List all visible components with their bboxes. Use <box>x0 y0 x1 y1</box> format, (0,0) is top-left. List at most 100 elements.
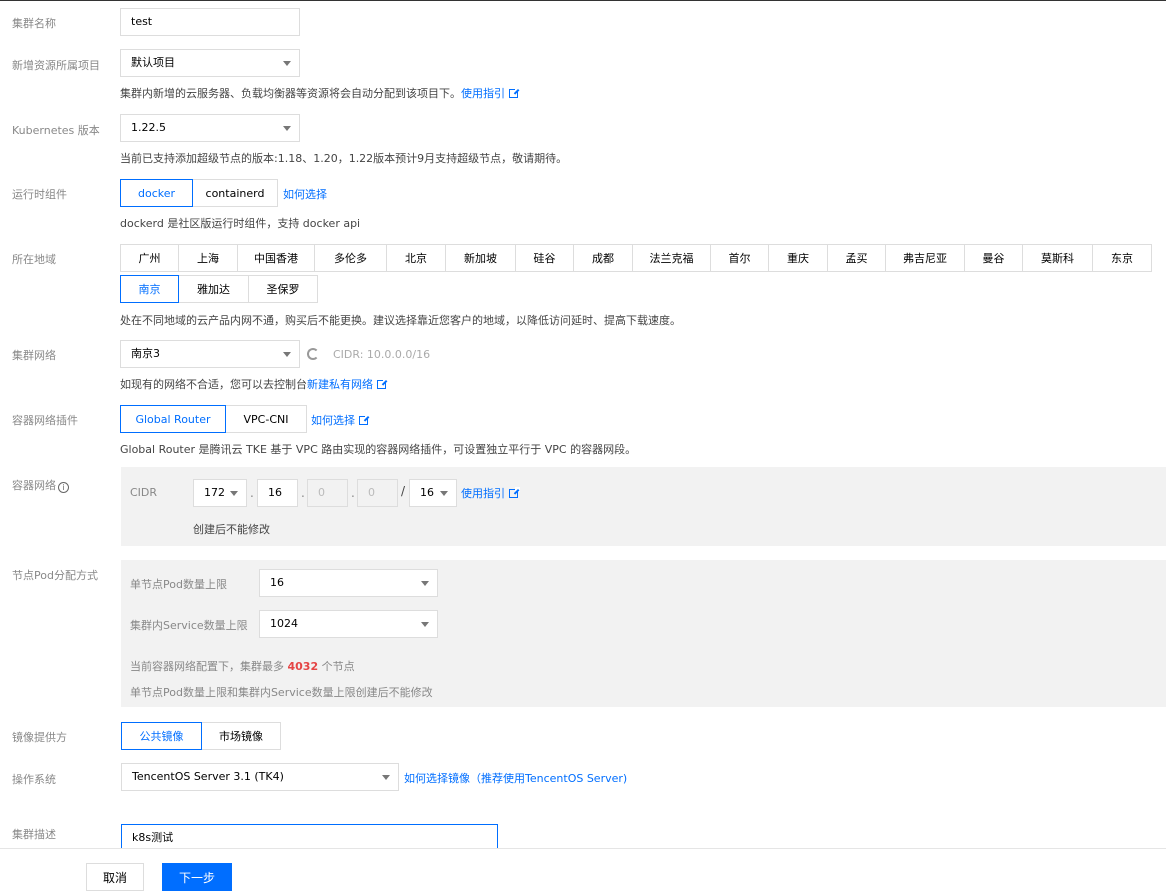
cidr-octet4-input: 0 <box>357 479 398 507</box>
info-icon[interactable]: i <box>58 482 69 493</box>
external-link-icon <box>359 414 370 425</box>
refresh-icon[interactable] <box>307 348 319 360</box>
max-nodes-note-suffix: 个节点 <box>321 660 355 673</box>
next-button[interactable]: 下一步 <box>162 863 232 891</box>
region-option[interactable]: 弗吉尼亚 <box>885 244 965 272</box>
chevron-down-icon <box>440 491 448 496</box>
os-select[interactable]: TencentOS Server 3.1 (TK4) <box>121 763 399 791</box>
cidr-dot: . <box>351 486 355 500</box>
runtime-option-docker[interactable]: docker <box>120 179 193 207</box>
region-option[interactable]: 上海 <box>178 244 238 272</box>
cidr-guide-link-wrap: 使用指引 <box>461 485 520 501</box>
cancel-button[interactable]: 取消 <box>86 863 144 891</box>
external-link-icon <box>509 87 520 98</box>
network-plugin-option-vpc-cni[interactable]: VPC-CNI <box>225 405 307 433</box>
region-option[interactable]: 硅谷 <box>515 244 574 272</box>
max-nodes-note: 当前容器网络配置下，集群最多 4032 个节点 <box>130 658 355 674</box>
region-option[interactable]: 东京 <box>1092 244 1152 272</box>
cluster-network-value: 南京3 <box>131 347 160 360</box>
runtime-option-containerd[interactable]: containerd <box>192 179 278 207</box>
region-option[interactable]: 多伦多 <box>314 244 387 272</box>
k8s-version-value: 1.22.5 <box>131 121 166 134</box>
svc-limit-value: 1024 <box>270 617 298 630</box>
pod-limit-label: 单节点Pod数量上限 <box>130 578 227 591</box>
project-help-link[interactable]: 使用指引 <box>461 87 505 100</box>
image-provider-segmented: 公共镜像 市场镜像 <box>121 722 281 750</box>
cidr-octet2-input[interactable]: 16 <box>257 479 298 507</box>
k8s-version-select[interactable]: 1.22.5 <box>120 114 300 142</box>
description-label: 集群描述 <box>12 828 56 841</box>
region-label: 所在地域 <box>12 253 56 266</box>
k8s-version-label: Kubernetes 版本 <box>12 124 100 137</box>
image-provider-label: 镜像提供方 <box>12 731 67 744</box>
project-help: 集群内新增的云服务器、负载均衡器等资源将会自动分配到该项目下。使用指引 <box>120 85 520 101</box>
container-network-label-text: 容器网络 <box>12 479 56 492</box>
region-option[interactable]: 北京 <box>386 244 446 272</box>
region-option[interactable]: 莫斯科 <box>1022 244 1093 272</box>
create-vpc-link[interactable]: 新建私有网络 <box>307 378 373 391</box>
cluster-name-label: 集群名称 <box>12 17 56 30</box>
svc-limit-label: 集群内Service数量上限 <box>130 619 248 632</box>
project-label: 新增资源所属项目 <box>12 59 100 72</box>
project-select[interactable]: 默认项目 <box>120 49 300 77</box>
runtime-segmented: docker containerd <box>120 179 278 207</box>
network-plugin-label: 容器网络插件 <box>12 414 78 427</box>
cidr-note: 创建后不能修改 <box>193 523 270 536</box>
cidr-mask-select[interactable]: 16 <box>409 479 457 507</box>
project-select-value: 默认项目 <box>131 56 175 69</box>
region-option[interactable]: 雅加达 <box>178 275 249 303</box>
image-provider-option-market[interactable]: 市场镜像 <box>201 722 281 750</box>
cidr-dot: . <box>250 486 254 500</box>
runtime-how-to-choose-link[interactable]: 如何选择 <box>283 186 327 202</box>
chevron-down-icon <box>283 352 291 357</box>
os-label: 操作系统 <box>12 773 56 786</box>
region-row-2: 南京 雅加达 圣保罗 <box>120 275 318 303</box>
region-option[interactable]: 中国香港 <box>237 244 315 272</box>
network-plugin-segmented: Global Router VPC-CNI <box>120 405 307 433</box>
region-option[interactable]: 广州 <box>120 244 179 272</box>
pod-limit-select[interactable]: 16 <box>259 569 438 597</box>
region-option[interactable]: 首尔 <box>710 244 769 272</box>
cidr-octet3-input: 0 <box>307 479 348 507</box>
region-option-selected[interactable]: 南京 <box>120 275 179 303</box>
runtime-label: 运行时组件 <box>12 188 67 201</box>
cidr-guide-link[interactable]: 使用指引 <box>461 487 505 500</box>
region-option[interactable]: 曼谷 <box>964 244 1023 272</box>
network-plugin-option-global-router[interactable]: Global Router <box>120 405 226 433</box>
region-option[interactable]: 圣保罗 <box>248 275 318 303</box>
cidr-slash: / <box>401 484 406 498</box>
image-provider-option-public[interactable]: 公共镜像 <box>121 722 202 750</box>
cluster-network-label: 集群网络 <box>12 349 56 362</box>
cluster-network-select[interactable]: 南京3 <box>120 340 300 368</box>
chevron-down-icon <box>283 61 291 66</box>
cidr-octet1-value: 172 <box>204 486 225 499</box>
region-option[interactable]: 新加坡 <box>445 244 516 272</box>
region-row-1: 广州 上海 中国香港 多伦多 北京 新加坡 硅谷 成都 法兰克福 首尔 重庆 孟… <box>120 244 1152 272</box>
region-option[interactable]: 孟买 <box>827 244 886 272</box>
region-option[interactable]: 法兰克福 <box>632 244 711 272</box>
pod-alloc-label: 节点Pod分配方式 <box>12 569 98 582</box>
pod-alloc-note2: 单节点Pod数量上限和集群内Service数量上限创建后不能修改 <box>130 686 433 699</box>
k8s-version-help: 当前已支持添加超级节点的版本:1.18、1.20，1.22版本预计9月支持超级节… <box>120 152 568 165</box>
region-option[interactable]: 成都 <box>573 244 633 272</box>
chevron-down-icon <box>230 491 238 496</box>
max-nodes-count: 4032 <box>287 660 319 673</box>
top-border <box>0 0 1166 1</box>
cluster-network-help-text: 如现有的网络不合适，您可以去控制台 <box>120 378 307 391</box>
max-nodes-note-prefix: 当前容器网络配置下，集群最多 <box>130 660 284 673</box>
external-link-icon <box>377 378 388 389</box>
chevron-down-icon <box>421 622 429 627</box>
chevron-down-icon <box>283 126 291 131</box>
region-option[interactable]: 重庆 <box>768 244 828 272</box>
external-link-icon <box>509 487 520 498</box>
cluster-network-cidr: CIDR: 10.0.0.0/16 <box>333 348 431 361</box>
os-how-to-choose-link[interactable]: 如何选择镜像（推荐使用TencentOS Server) <box>404 770 627 786</box>
cidr-octet1-select[interactable]: 172 <box>193 479 247 507</box>
cidr-mask-value: 16 <box>420 486 434 499</box>
network-plugin-how-to-choose-link[interactable]: 如何选择 <box>311 414 355 427</box>
cluster-name-input[interactable]: test <box>120 8 300 36</box>
svc-limit-select[interactable]: 1024 <box>259 610 438 638</box>
network-plugin-help: Global Router 是腾讯云 TKE 基于 VPC 路由实现的容器网络插… <box>120 443 637 456</box>
project-help-text: 集群内新增的云服务器、负载均衡器等资源将会自动分配到该项目下。 <box>120 87 461 100</box>
chevron-down-icon <box>382 775 390 780</box>
